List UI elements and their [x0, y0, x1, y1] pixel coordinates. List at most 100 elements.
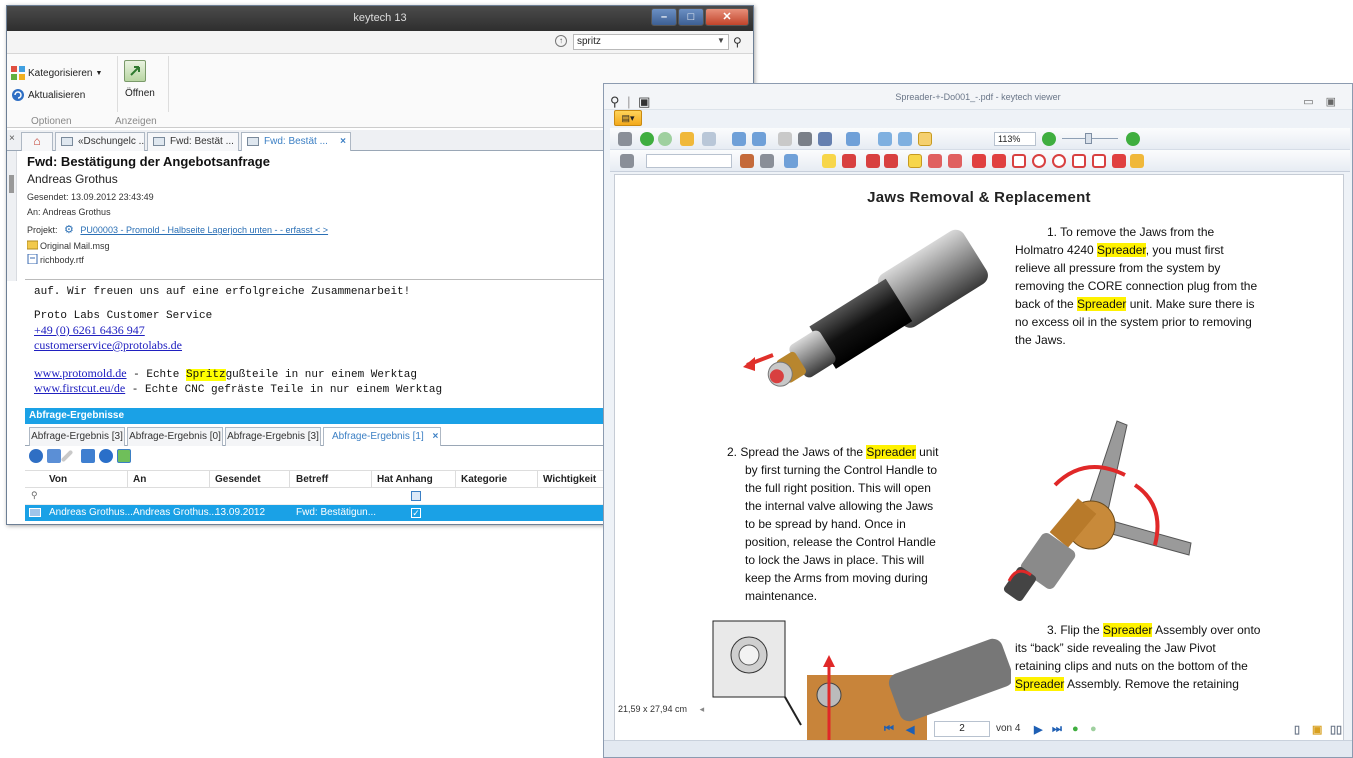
tab-result-3[interactable]: Abfrage-Ergebnis [3]: [225, 427, 321, 446]
stamp-icon[interactable]: [620, 154, 634, 168]
email-link[interactable]: customerservice@protolabs.de: [34, 338, 182, 353]
two-page-icon[interactable]: ▯▯: [1330, 723, 1342, 736]
single-page-icon[interactable]: ▯: [1294, 723, 1300, 736]
marker-icon[interactable]: [740, 154, 754, 168]
comment-icon[interactable]: [866, 154, 880, 168]
tab-result-2[interactable]: Abfrage-Ergebnis [0]: [127, 427, 223, 446]
column-betreff[interactable]: Betreff: [296, 474, 328, 485]
zoom-icon[interactable]: [846, 132, 860, 146]
search-icon[interactable]: ⚲: [610, 94, 620, 109]
callout-icon[interactable]: [842, 154, 856, 168]
column-hat-anhang[interactable]: Hat Anhang: [377, 474, 433, 485]
arrow-icon[interactable]: [972, 154, 986, 168]
comment-edit-icon[interactable]: [884, 154, 898, 168]
grid-icon[interactable]: [81, 449, 95, 463]
maximize-button[interactable]: □: [678, 8, 704, 26]
print-icon[interactable]: [618, 132, 632, 146]
forward-icon[interactable]: [658, 132, 672, 146]
ellipse-icon[interactable]: [1032, 154, 1046, 168]
minimize-button[interactable]: ▭: [1303, 96, 1325, 108]
measure-icon[interactable]: [1112, 154, 1126, 168]
column-gesendet[interactable]: Gesendet: [215, 474, 261, 485]
zoom-out-icon[interactable]: [1042, 132, 1056, 146]
project-link[interactable]: PU00003 - Promold - Halbseite Lagerjoch …: [80, 225, 328, 235]
strikethrough-icon[interactable]: [928, 154, 942, 168]
note-icon[interactable]: [822, 154, 836, 168]
settings-icon[interactable]: [760, 154, 774, 168]
polyline-icon[interactable]: [1092, 154, 1106, 168]
search-input[interactable]: spritz: [573, 34, 729, 50]
zoom-input[interactable]: 113%: [994, 132, 1036, 146]
hat-anhang-checkbox[interactable]: ✓: [411, 508, 421, 518]
aktualisieren-button[interactable]: Aktualisieren: [11, 88, 85, 102]
undo-icon[interactable]: [680, 132, 694, 146]
info-icon[interactable]: [99, 449, 113, 463]
viewer-menu-button[interactable]: ▤▾: [614, 110, 642, 126]
phone-text[interactable]: +49 (0) 6261 6436 947: [34, 323, 145, 337]
close-icon[interactable]: ×: [340, 133, 346, 150]
restore-button[interactable]: ▣: [1326, 96, 1348, 108]
underline-icon[interactable]: [948, 154, 962, 168]
annotation-style-select[interactable]: [646, 154, 732, 168]
text-highlight-icon[interactable]: [908, 154, 922, 168]
search-icon[interactable]: [47, 449, 61, 463]
cloud-icon[interactable]: [1052, 154, 1066, 168]
tab-fwd-1[interactable]: Fwd: Bestät ...: [147, 132, 239, 151]
save-icon[interactable]: ▣: [638, 94, 650, 109]
continuous-page-icon[interactable]: ▣: [1312, 723, 1322, 736]
tab-fwd-2[interactable]: Fwd: Bestät ... ×: [241, 132, 351, 151]
protomold-link[interactable]: www.protomold.de: [34, 366, 127, 380]
polygon-icon[interactable]: [1072, 154, 1086, 168]
eraser-icon[interactable]: [1130, 154, 1144, 168]
open-icon[interactable]: [124, 60, 146, 82]
oeffnen-button[interactable]: Öffnen: [125, 88, 155, 99]
chevron-down-icon[interactable]: ▼: [717, 36, 725, 45]
rotate-left-icon[interactable]: [732, 132, 746, 146]
attachment-original-mail[interactable]: Original Mail.msg: [27, 240, 110, 251]
last-page-icon[interactable]: ⏭: [1052, 723, 1062, 736]
binoculars-icon[interactable]: ⚲: [733, 35, 742, 49]
fit-page-icon[interactable]: [898, 132, 912, 146]
rectangle-icon[interactable]: [1012, 154, 1026, 168]
column-von[interactable]: Von: [49, 474, 67, 485]
navigate-up-icon[interactable]: ↑: [555, 35, 567, 47]
minimize-button[interactable]: –: [651, 8, 677, 26]
fit-width-icon[interactable]: [878, 132, 892, 146]
forward-icon[interactable]: ●: [1090, 723, 1097, 735]
email-text[interactable]: customerservice@protolabs.de: [34, 338, 182, 352]
zoom-slider-handle[interactable]: [1085, 133, 1092, 144]
previous-page-icon[interactable]: ◀: [906, 723, 914, 736]
pen-icon[interactable]: [784, 154, 798, 168]
rotate-right-icon[interactable]: [752, 132, 766, 146]
tab-result-4[interactable]: Abfrage-Ergebnis [1] ×: [323, 427, 441, 446]
refresh-icon[interactable]: [29, 449, 43, 463]
firstcut-link[interactable]: www.firstcut.eu/de: [34, 381, 125, 395]
attachment-richbody[interactable]: richbody.rtf: [27, 254, 84, 265]
filter-checkbox[interactable]: [411, 491, 421, 501]
close-button[interactable]: ✕: [705, 8, 749, 26]
phone-link[interactable]: +49 (0) 6261 6436 947: [34, 323, 145, 338]
tab-result-1[interactable]: Abfrage-Ergebnis [3]: [29, 427, 125, 446]
redo-icon[interactable]: [702, 132, 716, 146]
camera-icon[interactable]: [798, 132, 812, 146]
first-page-icon[interactable]: ⏮: [884, 723, 894, 736]
line-icon[interactable]: [992, 154, 1006, 168]
actual-size-icon[interactable]: [918, 132, 932, 146]
next-page-icon[interactable]: ▶: [1034, 723, 1042, 736]
page-number-input[interactable]: 2: [934, 721, 990, 737]
kategorisieren-button[interactable]: Kategorisieren ▼: [11, 66, 102, 80]
hand-icon[interactable]: [778, 132, 792, 146]
back-icon[interactable]: [640, 132, 654, 146]
edit-icon[interactable]: [60, 449, 74, 463]
column-an[interactable]: An: [133, 474, 146, 485]
zoom-in-icon[interactable]: [1126, 132, 1140, 146]
scroll-left-icon[interactable]: ◂: [700, 704, 705, 714]
close-icon[interactable]: ×: [433, 431, 439, 442]
column-kategorie[interactable]: Kategorie: [461, 474, 507, 485]
export-icon[interactable]: [117, 449, 131, 463]
close-icon[interactable]: ×: [9, 133, 15, 144]
pdf-page[interactable]: Jaws Removal & Replacement 1. To remove …: [614, 174, 1344, 757]
compare-icon[interactable]: [818, 132, 832, 146]
tab-home[interactable]: ⌂: [21, 132, 53, 151]
column-wichtigkeit[interactable]: Wichtigkeit: [543, 474, 596, 485]
